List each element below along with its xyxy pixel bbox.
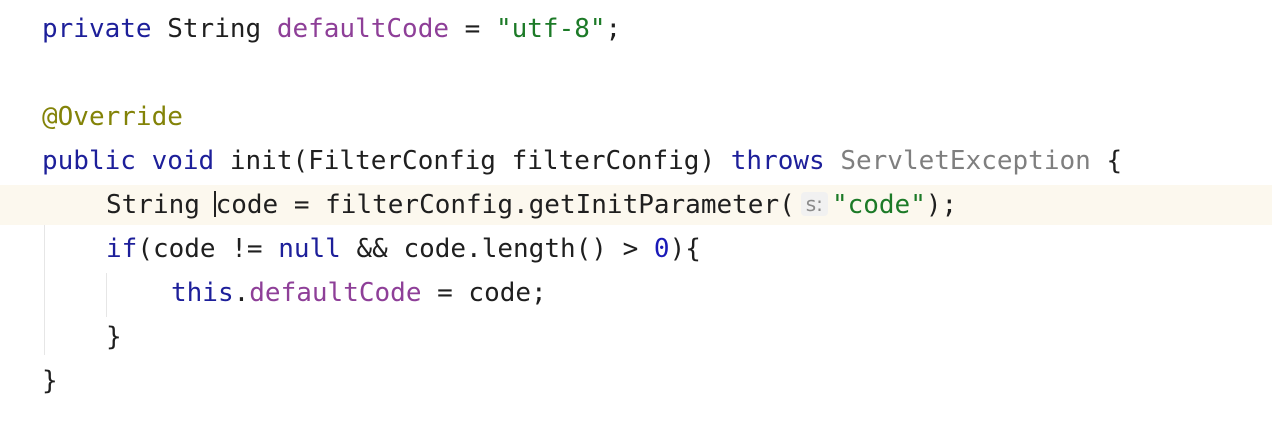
code-token: void (151, 146, 215, 176)
code-editor[interactable]: private String defaultCode = "utf-8"; @Ov… (0, 0, 1272, 438)
code-token: @Override (42, 102, 183, 132)
code-text[interactable]: private String defaultCode = "utf-8"; (42, 9, 621, 49)
code-line[interactable]: } (0, 317, 1272, 357)
code-token: throws (730, 146, 825, 176)
code-token: = (449, 14, 496, 44)
code-token: init(FilterConfig filterConfig) (214, 146, 731, 176)
code-token: ; (605, 14, 622, 44)
code-text[interactable]: @Override (42, 97, 183, 137)
code-token: ServletException (840, 146, 1091, 176)
code-line[interactable]: if(code != null && code.length() > 0){ (0, 229, 1272, 269)
code-token: { (1090, 146, 1123, 176)
code-token: String (151, 14, 277, 44)
code-token: private (42, 14, 152, 44)
code-line[interactable]: this.defaultCode = code; (0, 273, 1272, 313)
code-token: 0 (653, 234, 670, 264)
code-token: && code.length() > (340, 234, 654, 264)
parameter-hint: s: (800, 192, 828, 216)
code-line-current[interactable]: String code = filterConfig.getInitParame… (0, 185, 1272, 225)
code-token: } (42, 366, 58, 396)
code-token: "code" (831, 190, 926, 220)
code-line[interactable]: } (0, 361, 1272, 401)
code-token: code = filterConfig.getInitParameter( (215, 190, 795, 220)
code-token: null (278, 234, 341, 264)
code-token: ); (925, 190, 958, 220)
code-text[interactable]: } (42, 361, 58, 401)
code-text[interactable]: if(code != null && code.length() > 0){ (106, 229, 701, 269)
code-token: (code != (137, 234, 279, 264)
code-text[interactable]: } (106, 317, 122, 357)
code-token: public (42, 146, 136, 176)
code-token: defaultCode (276, 14, 449, 44)
code-line[interactable]: public void init(FilterConfig filterConf… (0, 141, 1272, 181)
code-line[interactable]: @Override (0, 97, 1272, 137)
text-caret (213, 190, 216, 217)
code-token: String (106, 190, 216, 220)
code-text[interactable]: String code = filterConfig.getInitParame… (106, 185, 957, 225)
code-text[interactable]: this.defaultCode = code; (171, 273, 547, 313)
code-token: if (106, 234, 138, 264)
code-token: ){ (669, 234, 701, 264)
code-line[interactable]: private String defaultCode = "utf-8"; (0, 9, 1272, 49)
code-token: "utf-8" (495, 14, 606, 44)
code-token: . (233, 278, 250, 308)
code-token: defaultCode (249, 278, 422, 308)
code-token: this (171, 278, 234, 308)
code-token: = code; (421, 278, 547, 308)
code-text[interactable]: public void init(FilterConfig filterConf… (42, 141, 1122, 181)
code-token: } (106, 322, 122, 352)
